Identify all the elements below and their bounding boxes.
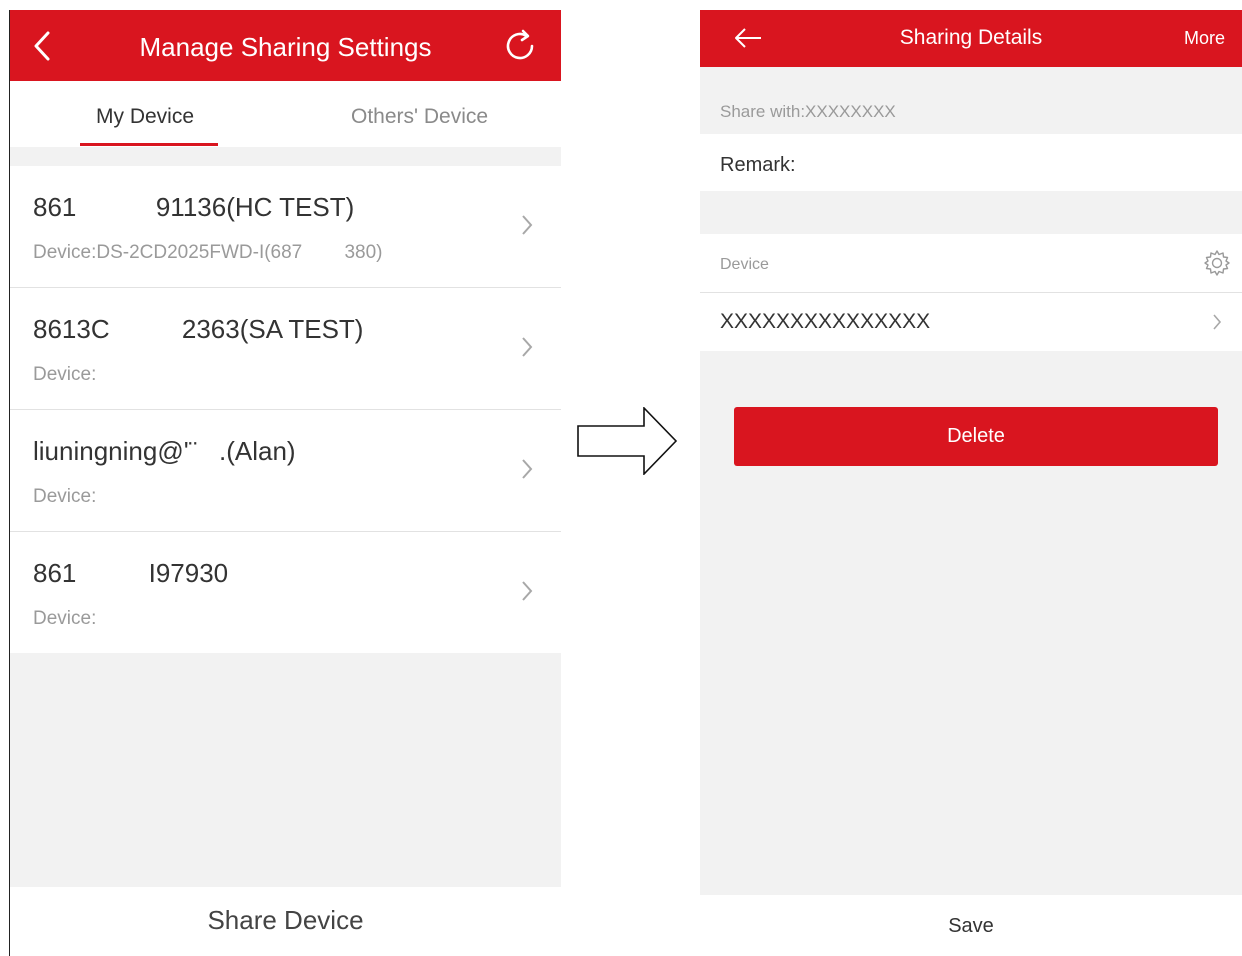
device-section-header: Device bbox=[700, 234, 1242, 293]
list-item[interactable]: liuningning@'¨ .(Alan) Device: bbox=[10, 410, 561, 532]
more-button[interactable]: More bbox=[1184, 28, 1225, 49]
chevron-right-icon bbox=[522, 581, 533, 601]
device-list-item[interactable]: XXXXXXXXXXXXXXX bbox=[700, 293, 1242, 351]
list-item[interactable]: 861 91136(HC TEST) Device:DS-2CD2025FWD-… bbox=[10, 166, 561, 288]
list-item-title: liuningning@'¨ .(Alan) bbox=[33, 436, 296, 466]
list-item-title: 861 I97930 bbox=[33, 558, 229, 588]
list-item-subtitle: Device: bbox=[33, 486, 97, 507]
list-item-title: 861 91136(HC TEST) bbox=[33, 192, 355, 222]
list-item[interactable]: 861 I97930 Device: bbox=[10, 532, 561, 653]
device-name: XXXXXXXXXXXXXXX bbox=[720, 310, 931, 333]
top-bar: Manage Sharing Settings bbox=[10, 10, 561, 81]
list-item-title: 8613C 2363(SA TEST) bbox=[33, 314, 364, 344]
list-item-subtitle: Device: bbox=[33, 364, 97, 385]
share-device-label: Share Device bbox=[207, 905, 364, 935]
device-section-label: Device bbox=[720, 256, 769, 273]
chevron-right-icon bbox=[522, 215, 533, 235]
list-item-subtitle: Device:DS-2CD2025FWD-I(687 380) bbox=[33, 242, 383, 263]
refresh-icon bbox=[506, 29, 534, 60]
top-bar: Sharing Details More bbox=[700, 10, 1242, 67]
tab-others-device[interactable]: Others' Device bbox=[351, 105, 488, 129]
share-with-text: Share with:XXXXXXXX bbox=[720, 102, 896, 121]
list-item[interactable]: 8613C 2363(SA TEST) Device: bbox=[10, 288, 561, 410]
active-tab-indicator bbox=[80, 143, 218, 146]
chevron-right-icon bbox=[1213, 314, 1222, 330]
remark-label: Remark: bbox=[720, 154, 796, 176]
remark-field[interactable]: Remark: bbox=[700, 134, 1242, 191]
manage-sharing-screen: Manage Sharing Settings My Device Others… bbox=[9, 10, 561, 956]
refresh-button[interactable] bbox=[500, 26, 540, 66]
chevron-right-icon bbox=[522, 459, 533, 479]
delete-button[interactable]: Delete bbox=[734, 407, 1218, 466]
list-item-subtitle: Device: bbox=[33, 608, 97, 629]
tab-my-device[interactable]: My Device bbox=[96, 105, 194, 129]
sharing-details-screen: Sharing Details More Share with:XXXXXXXX… bbox=[700, 10, 1242, 956]
page-title: Manage Sharing Settings bbox=[139, 32, 432, 62]
save-label: Save bbox=[948, 915, 994, 937]
shared-device-list: 861 91136(HC TEST) Device:DS-2CD2025FWD-… bbox=[10, 166, 561, 653]
gear-icon[interactable] bbox=[1202, 248, 1232, 278]
save-button[interactable]: Save bbox=[700, 895, 1242, 956]
share-device-button[interactable]: Share Device bbox=[10, 887, 561, 956]
flow-arrow-icon bbox=[577, 407, 678, 475]
page-title: Sharing Details bbox=[899, 26, 1043, 49]
tab-bar: My Device Others' Device bbox=[10, 81, 561, 147]
chevron-right-icon bbox=[522, 337, 533, 357]
